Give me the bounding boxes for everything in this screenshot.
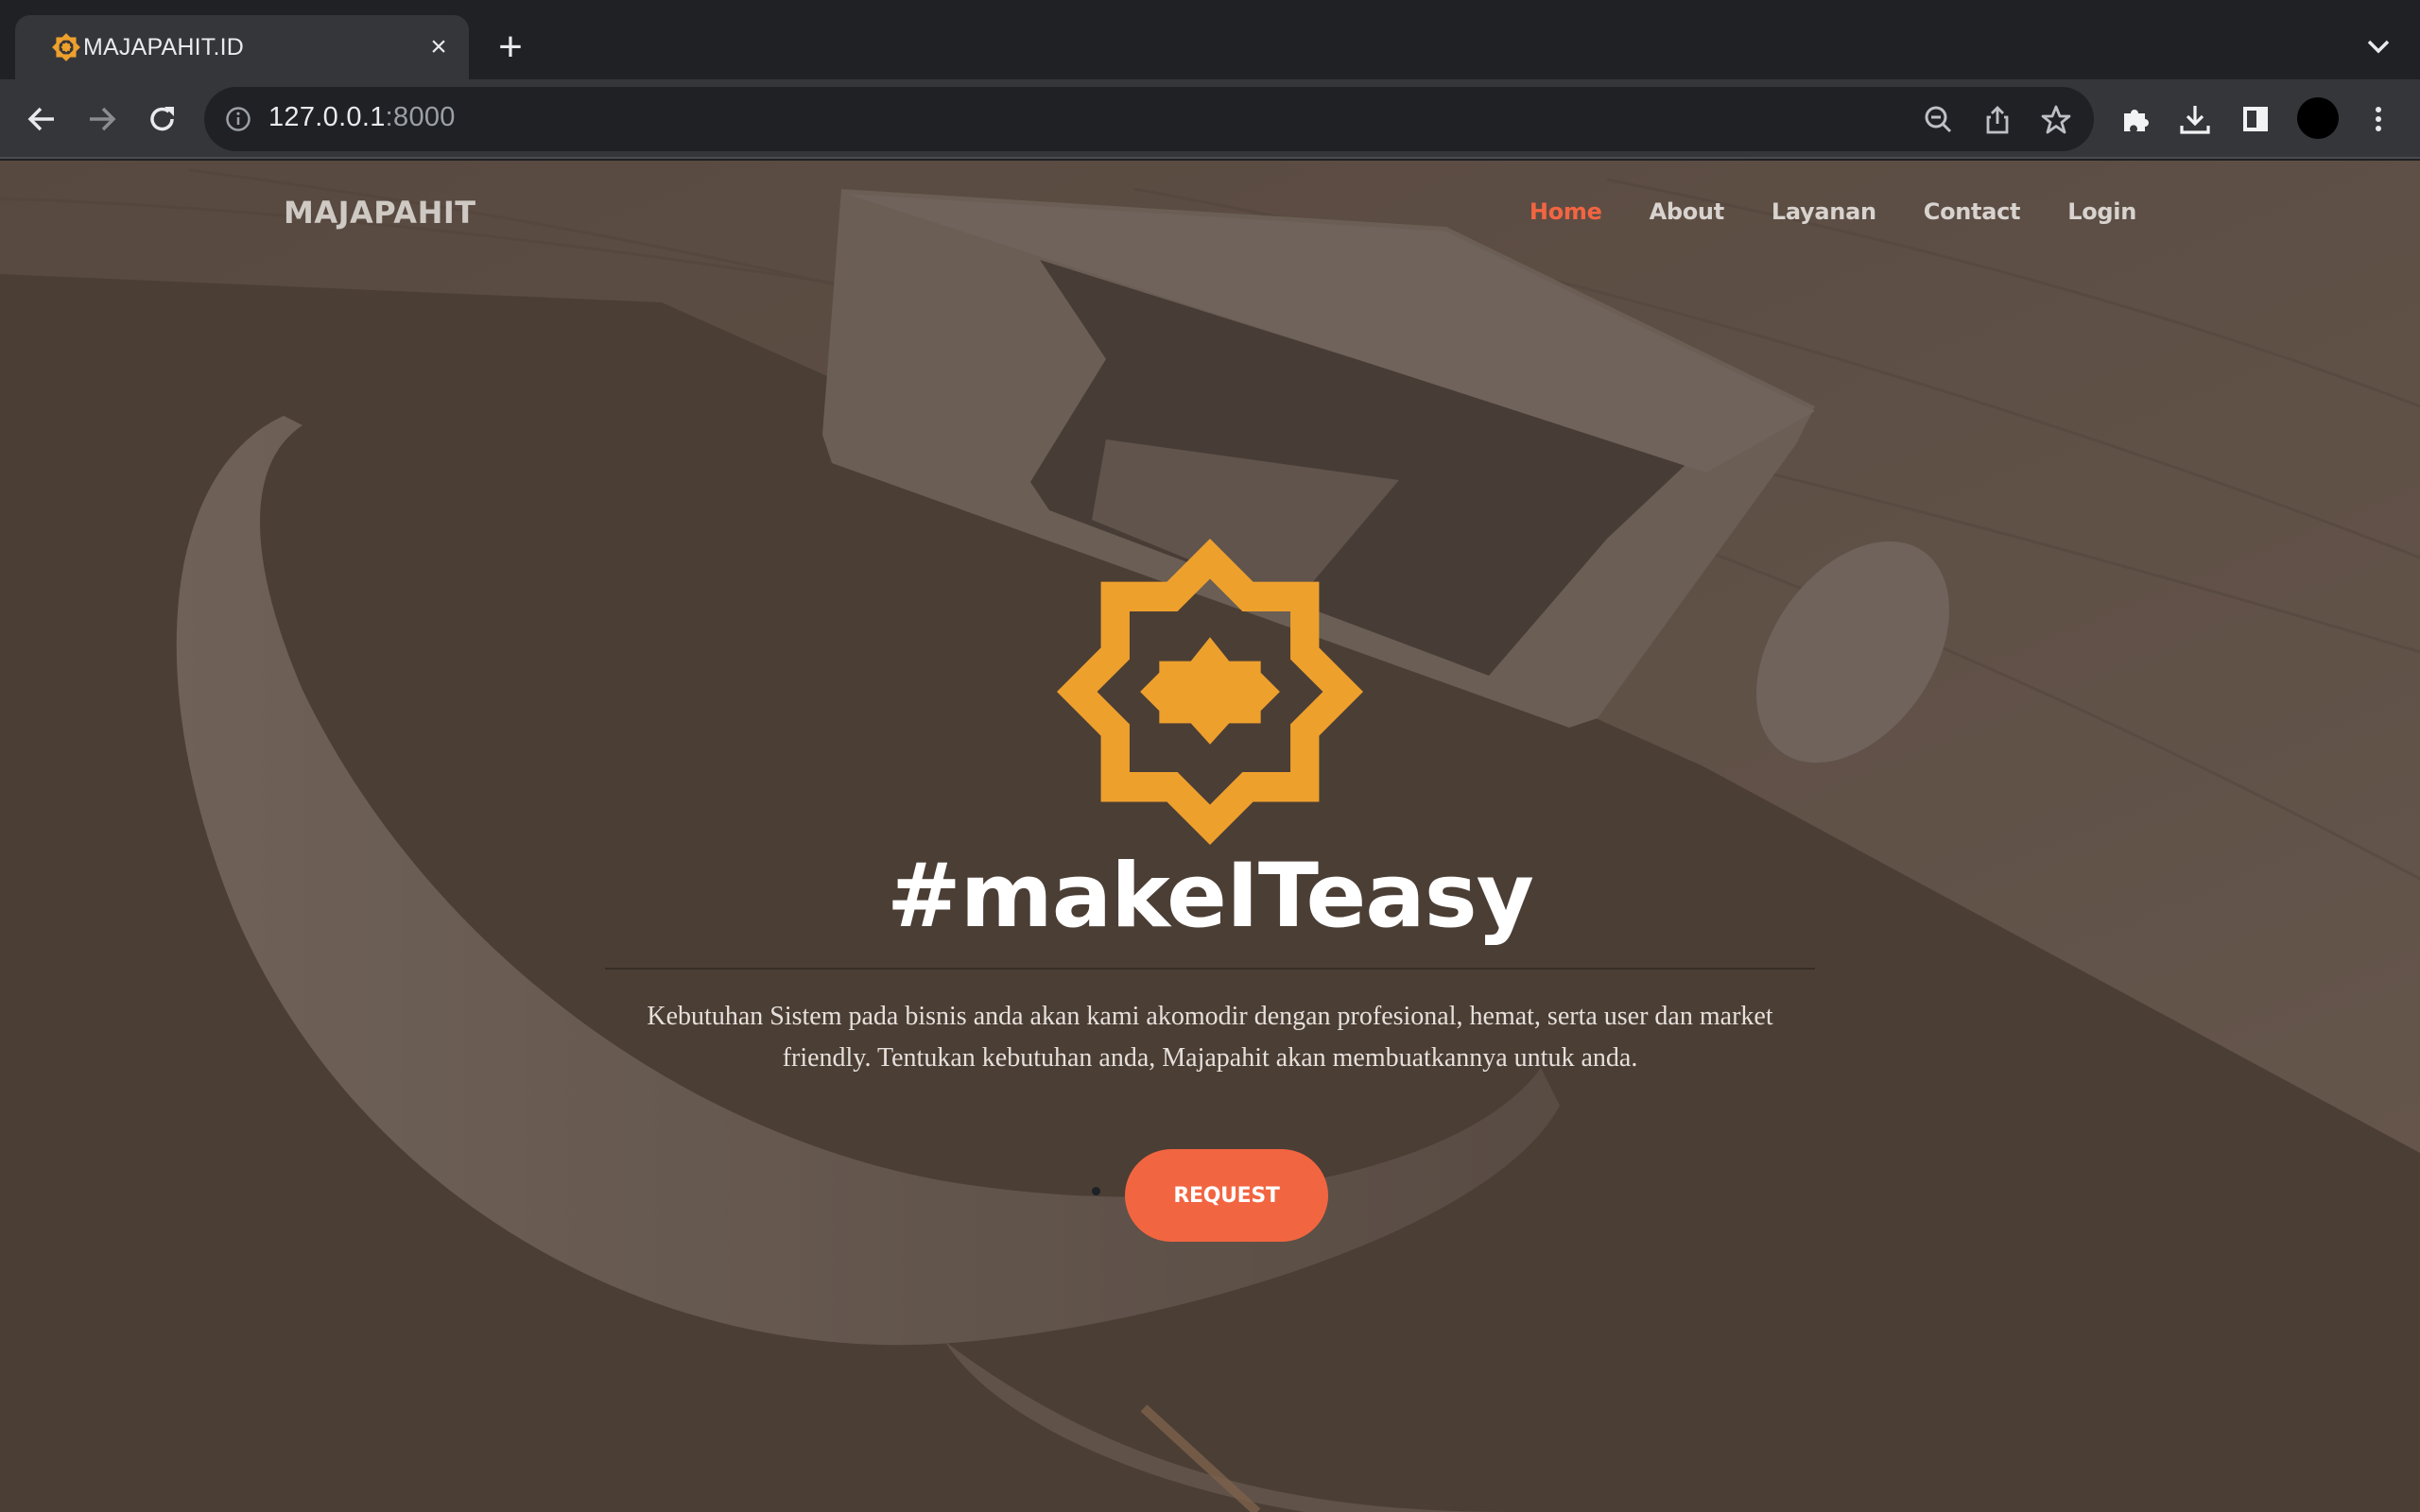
page-viewport: MAJAPAHIT Home About Layanan Contact Log… [0, 161, 2420, 1512]
kebab-menu-icon [2376, 107, 2381, 131]
chevron-down-icon[interactable] [2360, 30, 2397, 64]
list-bullet [1092, 1187, 1100, 1195]
address-bar[interactable]: 127.0.0.1:8000 [204, 87, 2094, 151]
hero-section: #makeITeasy Kebutuhan Sistem pada bisnis… [0, 161, 2420, 1512]
star-icon[interactable] [2040, 104, 2072, 136]
side-panel-icon [2243, 107, 2268, 131]
url-port: :8000 [385, 102, 456, 132]
browser-tab-bar: MAJAPAHIT.ID × + [0, 0, 2420, 79]
reload-button[interactable] [142, 98, 183, 140]
arrow-right-icon [90, 107, 116, 131]
info-icon[interactable] [225, 106, 251, 132]
hero-description: Kebutuhan Sistem pada bisnis anda akan k… [647, 1002, 1773, 1073]
browser-toolbar: 127.0.0.1:8000 [0, 79, 2420, 159]
share-icon[interactable] [1981, 104, 2014, 136]
majapahit-star-icon [1057, 539, 1363, 845]
arrow-left-icon [27, 107, 54, 131]
url-text[interactable]: 127.0.0.1:8000 [268, 102, 456, 133]
url-host: 127.0.0.1 [268, 102, 386, 132]
avatar[interactable] [2297, 97, 2339, 139]
zoom-out-icon[interactable] [1923, 104, 1955, 136]
back-button[interactable] [21, 98, 62, 140]
close-tab-icon[interactable]: × [424, 32, 454, 62]
download-icon [2180, 106, 2210, 134]
reload-icon [150, 107, 174, 131]
hero-divider [605, 968, 1815, 970]
browser-menu-button[interactable] [2358, 98, 2399, 140]
request-button[interactable]: REQUEST [1125, 1149, 1328, 1242]
majapahit-star-icon [52, 33, 80, 61]
forward-button[interactable] [81, 98, 123, 140]
browser-tab[interactable]: MAJAPAHIT.ID × [15, 15, 469, 79]
puzzle-icon [2124, 110, 2149, 131]
tab-title: MAJAPAHIT.ID [83, 34, 245, 60]
downloads-button[interactable] [2174, 98, 2216, 140]
side-panel-button[interactable] [2235, 98, 2276, 140]
hero-title: #makeITeasy [887, 845, 1534, 948]
extensions-button[interactable] [2116, 98, 2157, 140]
new-tab-button[interactable]: + [490, 26, 531, 70]
